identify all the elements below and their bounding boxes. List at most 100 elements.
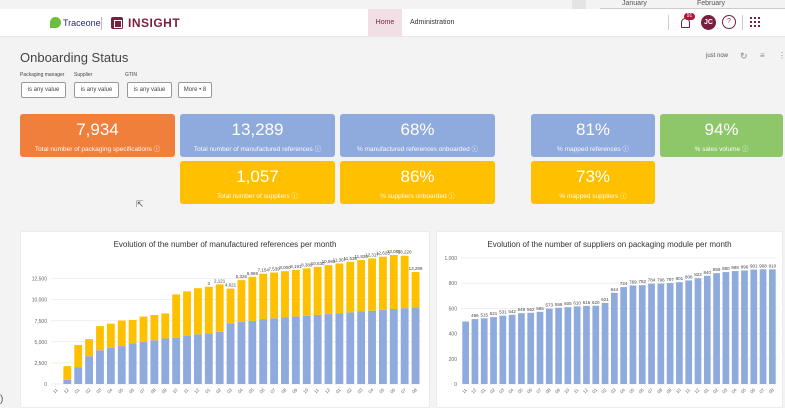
chart-panel-manufactured-references: Evolution of the number of manufactured … <box>20 231 430 408</box>
user-avatar[interactable]: JC <box>701 15 716 30</box>
x-tick-label: 10 <box>172 387 179 394</box>
bar <box>400 308 409 384</box>
tile-suppliers[interactable]: 1,057 Total number of suppliers ⓘ <box>180 161 335 204</box>
bar <box>302 315 311 384</box>
bar <box>85 356 94 384</box>
nav-home[interactable]: Home <box>368 9 402 36</box>
x-tick-label: 04 <box>731 387 738 394</box>
tile-mapped-suppliers[interactable]: 73% % mapped suppliers ⓘ <box>531 161 655 204</box>
bar <box>346 312 355 384</box>
insight-brand[interactable]: INSIGHT <box>111 16 180 30</box>
tile-manufactured-references[interactable]: 13,289 Total number of manufactured refe… <box>180 114 335 157</box>
bar <box>63 366 72 380</box>
bar <box>150 340 159 384</box>
x-tick-label: 06 <box>389 387 396 394</box>
bar <box>193 288 202 335</box>
x-tick-label: 04 <box>619 387 626 394</box>
tile-mapped-references[interactable]: 81% % mapped references ⓘ <box>531 114 655 157</box>
x-tick-label: 01 <box>591 387 598 394</box>
data-label: 620 <box>592 300 600 305</box>
mouse-cursor-icon: ⇱ <box>136 199 144 209</box>
bar <box>357 311 366 384</box>
traceone-logo[interactable]: Traceone <box>50 17 101 28</box>
x-tick-label: 12 <box>193 387 200 394</box>
tile-sales-volume[interactable]: 94% % sales volume ⓘ <box>660 114 783 157</box>
data-label: 565 <box>536 306 544 311</box>
filter-icon[interactable]: ≡ <box>760 51 765 60</box>
header-divider <box>668 15 669 30</box>
leaf-icon <box>50 17 61 28</box>
tile-packaging-specifications[interactable]: 7,934 Total number of packaging specific… <box>20 114 175 157</box>
data-label: 859 <box>713 267 721 272</box>
bar <box>291 316 300 384</box>
more-options-icon[interactable]: ⋮ <box>778 51 785 60</box>
bar <box>722 272 730 384</box>
more-filters-button[interactable]: More • 8 <box>178 82 212 98</box>
packaging-manager-filter[interactable]: is any value <box>21 82 66 98</box>
data-label: 840 <box>704 270 712 275</box>
tile-value: 1,057 <box>236 167 279 186</box>
x-tick-label: 03 <box>95 387 102 394</box>
nav-administration[interactable]: Administration <box>410 9 454 36</box>
y-tick-label: 200 <box>449 357 458 363</box>
bar <box>462 321 469 384</box>
data-label: 797 <box>666 277 674 282</box>
bar <box>657 283 665 384</box>
x-tick-label: 11 <box>183 387 190 394</box>
bar <box>281 317 289 384</box>
x-tick-label: 06 <box>526 387 533 394</box>
gtin-filter[interactable]: is any value <box>127 82 172 98</box>
x-tick-label: 03 <box>357 387 364 394</box>
x-tick-label: 12 <box>582 387 589 394</box>
x-tick-label: 02 <box>84 387 91 394</box>
bar <box>620 287 627 384</box>
refresh-icon[interactable]: ↻ <box>740 51 748 62</box>
apps-grid-icon[interactable] <box>750 17 760 27</box>
bar <box>694 278 702 384</box>
help-icon[interactable]: ? <box>722 15 736 29</box>
tile-manufactured-onboarded[interactable]: 68% % manufactured references onboarded … <box>340 114 495 157</box>
bar <box>518 313 525 384</box>
bar <box>248 276 257 321</box>
x-tick-label: 09 <box>666 387 673 394</box>
x-tick-label: 07 <box>139 387 146 394</box>
bar <box>490 317 497 384</box>
tile-value: 94% <box>704 120 739 139</box>
x-tick-label: 04 <box>367 387 374 394</box>
x-tick-label: 08 <box>150 387 157 394</box>
tile-label: % mapped suppliers ⓘ <box>559 193 627 200</box>
x-tick-label: 11 <box>52 387 59 394</box>
data-label: 515 <box>480 312 488 317</box>
tile-suppliers-onboarded[interactable]: 86% % suppliers onboarded ⓘ <box>340 161 495 204</box>
supplier-filter[interactable]: is any value <box>74 82 119 98</box>
y-tick-label: 2,500 <box>34 361 47 367</box>
data-label: 796 <box>657 278 665 283</box>
x-tick-label: 01 <box>480 387 487 394</box>
x-tick-label: 02 <box>215 387 222 394</box>
x-tick-label: 05 <box>248 387 255 394</box>
y-tick-label: 0 <box>44 382 47 388</box>
data-label: 801 <box>676 276 684 281</box>
bar <box>346 261 355 313</box>
bar <box>183 291 191 336</box>
y-tick-label: 12,500 <box>32 277 48 283</box>
bar <box>270 272 279 319</box>
x-tick-label: 07 <box>400 387 407 394</box>
bar <box>117 320 126 347</box>
bar <box>96 326 104 351</box>
logo-divider <box>101 17 102 30</box>
bar <box>324 265 333 315</box>
bar <box>629 285 637 384</box>
manufactured-references-chart: 02,5005,0007,50010,00012,50011 12 01 02 03 04… <box>32 249 423 394</box>
tile-label: Total number of manufactured references … <box>193 146 322 153</box>
x-tick-label: 08 <box>656 387 663 394</box>
x-tick-label: 07 <box>535 387 542 394</box>
y-tick-label: 10,000 <box>32 298 48 304</box>
tile-value: 13,289 <box>231 120 284 139</box>
bar <box>389 308 398 384</box>
data-label: 3 <box>208 281 211 286</box>
x-tick-label: 03 <box>498 387 505 394</box>
bar <box>713 273 720 384</box>
data-label: 880 <box>722 266 730 271</box>
bar <box>291 269 300 317</box>
